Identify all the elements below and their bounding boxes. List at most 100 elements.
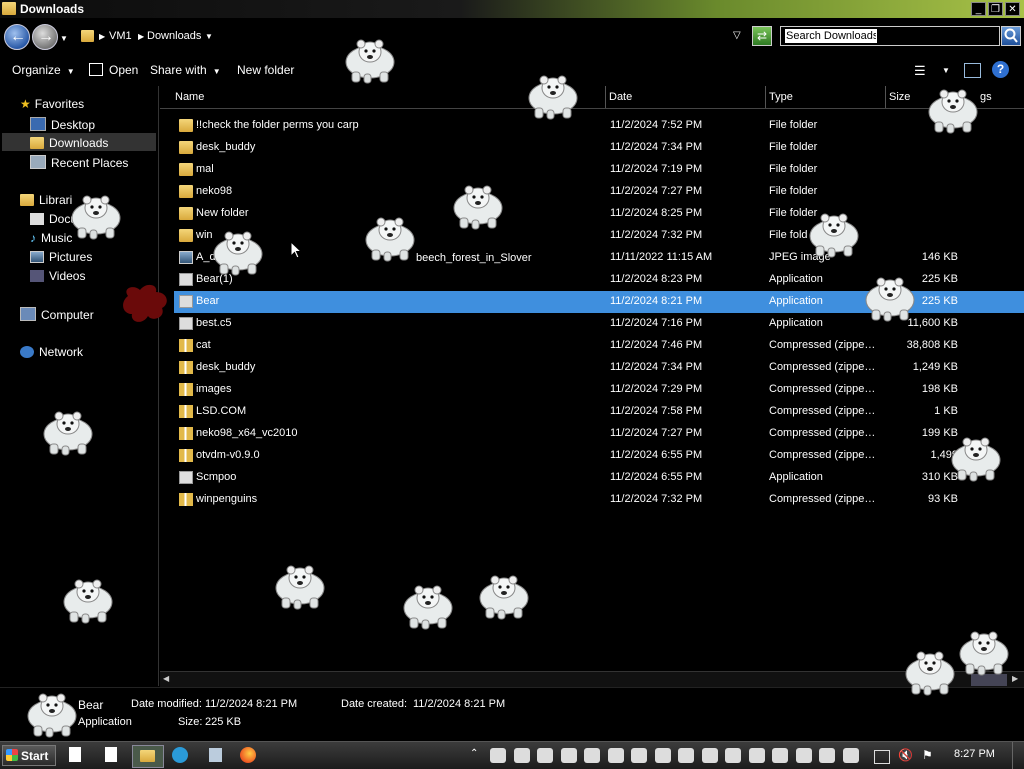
show-desktop-button[interactable]	[1012, 742, 1024, 769]
file-row[interactable]: mal 11/2/2024 7:19 PM File folder	[174, 159, 1024, 181]
share-with-button[interactable]: Share with ▼	[150, 63, 221, 77]
nav-downloads[interactable]: Downloads	[30, 136, 108, 150]
nav-computer[interactable]: Computer	[20, 307, 94, 322]
bear-tray-icon[interactable]	[842, 748, 859, 763]
breadcrumb[interactable]: ▶ VM1 ▶ Downloads ▼ ▽	[76, 26, 741, 48]
bear-tray-icon[interactable]	[513, 748, 530, 763]
polar-bear-icon[interactable]	[956, 626, 1012, 676]
polar-bear-icon[interactable]	[362, 212, 418, 262]
start-button[interactable]: Start	[2, 745, 56, 766]
address-dropdown-icon[interactable]: ▽	[733, 30, 741, 41]
polar-bear-icon[interactable]	[68, 190, 124, 240]
back-button[interactable]: ←	[4, 24, 30, 50]
nav-videos[interactable]: Videos	[30, 269, 85, 283]
nav-music[interactable]: ♪ Music	[30, 231, 72, 245]
bear-tray-icon[interactable]	[795, 748, 812, 763]
polar-bear-icon[interactable]	[925, 84, 981, 134]
bear-tray-icon[interactable]	[701, 748, 718, 763]
tray-expand-icon[interactable]: ⌃	[470, 748, 478, 759]
bear-tray-icon[interactable]	[607, 748, 624, 763]
chevron-down-icon[interactable]: ▼	[205, 32, 213, 41]
bear-tray-icon[interactable]	[490, 748, 506, 763]
view-options-icon[interactable]: ☰	[914, 63, 926, 79]
bear-tray-icon[interactable]	[654, 748, 671, 763]
polar-bear-icon[interactable]	[862, 272, 918, 322]
history-dropdown-icon[interactable]: ▼	[60, 34, 68, 43]
polar-bear-icon[interactable]	[342, 34, 398, 84]
column-separator[interactable]	[885, 86, 886, 108]
search-field[interactable]	[780, 26, 1000, 46]
file-row[interactable]: !!check the folder perms you carp 11/2/20…	[174, 115, 1024, 137]
column-name[interactable]: Name	[175, 91, 204, 103]
bear-tray-icon[interactable]	[772, 748, 788, 763]
column-date[interactable]: Date	[609, 91, 632, 103]
breadcrumb-downloads[interactable]: Downloads	[147, 30, 201, 42]
polar-bear-icon[interactable]	[450, 180, 506, 230]
polar-bear-icon[interactable]	[476, 570, 532, 620]
quick-launch-desktop[interactable]	[64, 745, 88, 766]
nav-recent-places[interactable]: Recent Places	[30, 155, 128, 170]
file-row[interactable]: desk_buddy 11/2/2024 7:34 PM Compressed (z…	[174, 357, 1024, 379]
nav-libraries[interactable]: Librari	[20, 193, 72, 207]
polar-bear-icon[interactable]	[210, 226, 266, 276]
file-row[interactable]: neko98_x64_vc2010 11/2/2024 7:27 PM Compre…	[174, 423, 1024, 445]
network-tray-icon[interactable]	[874, 750, 890, 764]
bear-tray-icon[interactable]	[631, 748, 647, 763]
polar-bear-icon[interactable]	[806, 208, 862, 258]
bear-tray-icon[interactable]	[748, 748, 765, 763]
help-icon[interactable]: ?	[992, 61, 1009, 78]
refresh-button[interactable]: ⇄	[752, 26, 772, 46]
search-button[interactable]	[1001, 26, 1021, 46]
new-folder-button[interactable]: New folder	[237, 63, 294, 77]
file-row[interactable]: LSD.COM 11/2/2024 7:58 PM Compressed (zipp…	[174, 401, 1024, 423]
file-row[interactable]: desk_buddy 11/2/2024 7:34 PM File folder	[174, 137, 1024, 159]
chevron-right-icon[interactable]: ▶	[138, 32, 144, 41]
minimize-button[interactable]: _	[971, 2, 986, 16]
action-center-flag-icon[interactable]: ⚑	[922, 748, 933, 762]
open-button[interactable]: Open	[89, 63, 138, 77]
search-input[interactable]	[785, 29, 877, 43]
column-type[interactable]: Type	[769, 91, 793, 103]
polar-bear-icon[interactable]	[60, 574, 116, 624]
nav-network[interactable]: Network	[20, 345, 83, 359]
bear-tray-icon[interactable]	[560, 748, 577, 763]
column-separator[interactable]	[605, 86, 606, 108]
chevron-right-icon[interactable]: ▶	[99, 32, 105, 41]
bear-tray-icon[interactable]	[819, 748, 835, 763]
volume-muted-icon[interactable]: 🔇	[898, 748, 913, 762]
clock[interactable]: 8:27 PM	[954, 748, 995, 760]
breadcrumb-vm1[interactable]: VM1	[109, 30, 132, 42]
horizontal-scrollbar[interactable]: ◀ ▶	[160, 671, 1024, 688]
bear-tray-icon[interactable]	[584, 748, 600, 763]
column-separator[interactable]	[765, 86, 766, 108]
polar-bear-icon[interactable]	[40, 406, 96, 456]
file-row[interactable]: Scmpoo 11/2/2024 6:55 PM Application 310 KB	[174, 467, 1024, 489]
scroll-left-icon[interactable]: ◀	[163, 674, 169, 683]
nav-pictures[interactable]: Pictures	[30, 250, 92, 264]
file-row[interactable]: otvdm-v0.9.0 11/2/2024 6:55 PM Compressed …	[174, 445, 1024, 467]
scroll-right-icon[interactable]: ▶	[1012, 674, 1018, 683]
column-size[interactable]: Size	[889, 91, 910, 103]
taskbar-window[interactable]	[204, 745, 228, 766]
polar-bear-icon[interactable]	[902, 646, 958, 696]
organize-button[interactable]: Organize ▼	[12, 63, 75, 77]
chevron-down-icon[interactable]: ▼	[942, 66, 950, 75]
file-row[interactable]: cat 11/2/2024 7:46 PM Compressed (zippe… 38…	[174, 335, 1024, 357]
file-row[interactable]: neko98 11/2/2024 7:27 PM File folder	[174, 181, 1024, 203]
polar-bear-icon[interactable]	[948, 432, 1004, 482]
polar-bear-icon[interactable]	[400, 580, 456, 630]
bear-tray-icon[interactable]	[725, 748, 741, 763]
column-tags[interactable]: gs	[980, 91, 992, 103]
file-row[interactable]: winpenguins 11/2/2024 7:32 PM Compressed (…	[174, 489, 1024, 511]
forward-button[interactable]: →	[32, 24, 58, 50]
polar-bear-icon[interactable]	[24, 688, 80, 738]
taskbar-firefox[interactable]	[236, 745, 260, 766]
maximize-button[interactable]: ❐	[988, 2, 1003, 16]
file-row[interactable]: images 11/2/2024 7:29 PM Compressed (zippe…	[174, 379, 1024, 401]
taskbar-ie[interactable]	[168, 745, 192, 766]
file-row[interactable]: New folder 11/2/2024 8:25 PM File folder	[174, 203, 1024, 225]
close-button[interactable]: ✕	[1005, 2, 1020, 16]
quick-launch-notepad[interactable]	[100, 745, 124, 766]
preview-pane-icon[interactable]	[964, 63, 981, 78]
polar-bear-icon[interactable]	[272, 560, 328, 610]
